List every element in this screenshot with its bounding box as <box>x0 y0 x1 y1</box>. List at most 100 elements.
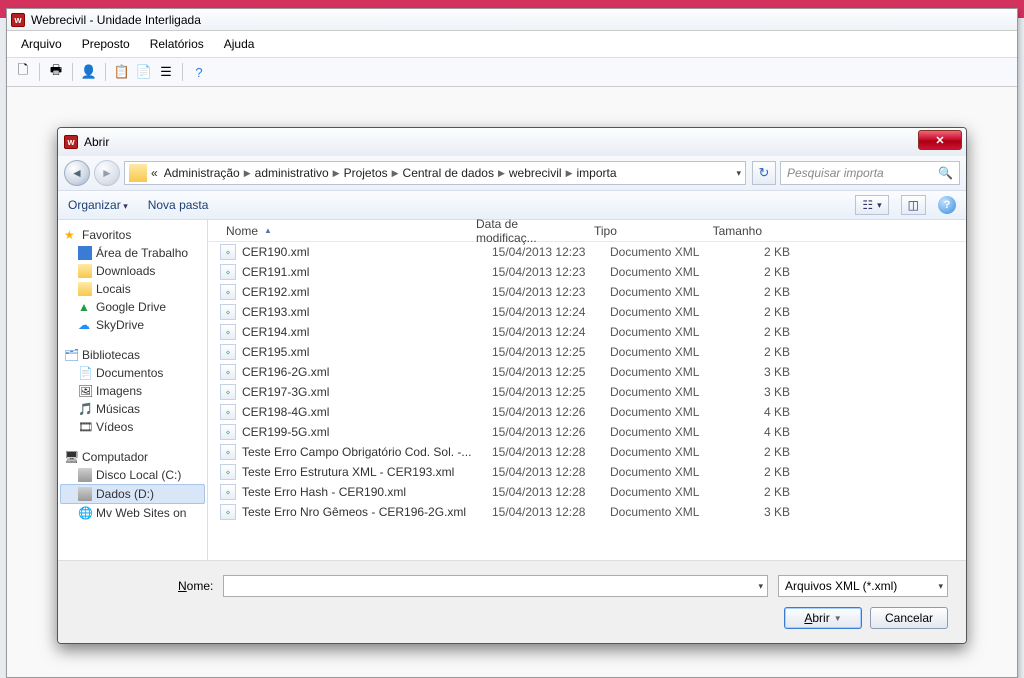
breadcrumb-seg[interactable]: Administração <box>162 166 242 180</box>
cancel-button[interactable]: Cancelar <box>870 607 948 629</box>
app-title: Webrecivil - Unidade Interligada <box>31 13 201 27</box>
sidebar-item-selected[interactable]: Dados (D:) <box>60 484 205 504</box>
sidebar-item[interactable]: Área de Trabalho <box>60 244 205 262</box>
sidebar-item[interactable]: 🎞Vídeos <box>60 418 205 436</box>
menu-ajuda[interactable]: Ajuda <box>216 35 263 53</box>
file-date: 15/04/2013 12:24 <box>492 325 610 339</box>
organize-menu[interactable]: Organizar <box>68 198 128 212</box>
addr-dropdown-icon[interactable]: ▾ <box>736 168 741 179</box>
preview-pane-button[interactable]: ◫ <box>901 195 926 215</box>
refresh-button[interactable]: ↻ <box>752 161 776 185</box>
image-icon: 🖼 <box>78 384 92 398</box>
toolbar: 🗋 🖶 👤 📋 📄 ☰ ? <box>7 58 1017 87</box>
tool-print-icon[interactable]: 🖶 <box>46 62 66 82</box>
file-row[interactable]: ⋄Teste Erro Campo Obrigatório Cod. Sol. … <box>208 442 966 462</box>
drive-icon <box>78 487 92 501</box>
menu-relatorios[interactable]: Relatórios <box>142 35 212 53</box>
file-row[interactable]: ⋄CER195.xml15/04/2013 12:25Documento XML… <box>208 342 966 362</box>
sidebar-computer[interactable]: 🖥Computador <box>60 448 205 466</box>
file-row[interactable]: ⋄CER199-5G.xml15/04/2013 12:26Documento … <box>208 422 966 442</box>
xml-file-icon: ⋄ <box>220 364 236 380</box>
sidebar-item[interactable]: Locais <box>60 280 205 298</box>
sidebar-item[interactable]: 📄Documentos <box>60 364 205 382</box>
tool-help-icon[interactable]: ? <box>189 62 209 82</box>
file-date: 15/04/2013 12:28 <box>492 485 610 499</box>
col-size[interactable]: Tamanho <box>698 224 768 238</box>
address-bar[interactable]: « Administração▶ administrativo▶ Projeto… <box>124 161 746 185</box>
dropdown-icon[interactable]: ▾ <box>758 581 763 592</box>
col-date[interactable]: Data de modificaç... <box>470 217 588 245</box>
xml-file-icon: ⋄ <box>220 464 236 480</box>
file-date: 15/04/2013 12:23 <box>492 265 610 279</box>
file-row[interactable]: ⋄CER198-4G.xml15/04/2013 12:26Documento … <box>208 402 966 422</box>
xml-file-icon: ⋄ <box>220 404 236 420</box>
new-folder-button[interactable]: Nova pasta <box>148 198 209 212</box>
filename-label: Nome: <box>178 579 213 593</box>
filetype-select[interactable]: Arquivos XML (*.xml)▾ <box>778 575 948 597</box>
tool-new-icon[interactable]: 🗋 <box>13 62 33 82</box>
filename-input[interactable]: ▾ <box>223 575 768 597</box>
menu-arquivo[interactable]: Arquivo <box>13 35 70 53</box>
dropdown-icon[interactable]: ▾ <box>938 581 943 592</box>
sidebar-item[interactable]: 🖼Imagens <box>60 382 205 400</box>
file-row[interactable]: ⋄CER193.xml15/04/2013 12:24Documento XML… <box>208 302 966 322</box>
file-type: Documento XML <box>610 245 720 259</box>
computer-icon: 🖥 <box>64 450 78 464</box>
file-size: 2 KB <box>720 245 790 259</box>
sidebar-item[interactable]: ▲Google Drive <box>60 298 205 316</box>
file-size: 4 KB <box>720 425 790 439</box>
file-type: Documento XML <box>610 365 720 379</box>
sidebar-item[interactable]: 🌐Mv Web Sites on <box>60 504 205 522</box>
tool-list-icon[interactable]: ☰ <box>156 62 176 82</box>
file-date: 15/04/2013 12:25 <box>492 365 610 379</box>
forward-button[interactable]: ► <box>94 160 120 186</box>
close-button[interactable]: ✕ <box>918 130 962 150</box>
sidebar-item[interactable]: Downloads <box>60 262 205 280</box>
breadcrumb-seg[interactable]: webrecivil <box>507 166 564 180</box>
file-size: 2 KB <box>720 285 790 299</box>
menu-preposto[interactable]: Preposto <box>74 35 138 53</box>
xml-file-icon: ⋄ <box>220 504 236 520</box>
search-icon: 🔍 <box>938 166 953 180</box>
sidebar-item[interactable]: 🎵Músicas <box>60 400 205 418</box>
back-button[interactable]: ◄ <box>64 160 90 186</box>
file-row[interactable]: ⋄Teste Erro Nro Gêmeos - CER196-2G.xml15… <box>208 502 966 522</box>
breadcrumb-seg[interactable]: Central de dados <box>401 166 496 180</box>
tool-form-icon[interactable]: 📄 <box>134 62 154 82</box>
sidebar-favorites[interactable]: ★Favoritos <box>60 226 205 244</box>
sidebar-item[interactable]: Disco Local (C:) <box>60 466 205 484</box>
tool-check-icon[interactable]: 📋 <box>112 62 132 82</box>
col-type[interactable]: Tipo <box>588 224 698 238</box>
open-button[interactable]: Abrir▼ <box>784 607 862 629</box>
col-name[interactable]: Nome▲ <box>220 224 470 238</box>
file-row[interactable]: ⋄CER197-3G.xml15/04/2013 12:25Documento … <box>208 382 966 402</box>
file-row[interactable]: ⋄CER192.xml15/04/2013 12:23Documento XML… <box>208 282 966 302</box>
app-titlebar: w Webrecivil - Unidade Interligada <box>7 9 1017 31</box>
file-row[interactable]: ⋄CER196-2G.xml15/04/2013 12:25Documento … <box>208 362 966 382</box>
help-icon[interactable]: ? <box>938 196 956 214</box>
breadcrumb-seg[interactable]: importa <box>574 166 618 180</box>
breadcrumb-seg[interactable]: Projetos <box>342 166 390 180</box>
file-row[interactable]: ⋄CER190.xml15/04/2013 12:23Documento XML… <box>208 242 966 262</box>
video-icon: 🎞 <box>78 420 92 434</box>
sort-asc-icon: ▲ <box>264 226 272 235</box>
tool-user-icon[interactable]: 👤 <box>79 62 99 82</box>
dialog-title: Abrir <box>84 135 109 149</box>
file-row[interactable]: ⋄CER194.xml15/04/2013 12:24Documento XML… <box>208 322 966 342</box>
view-menu[interactable]: ☷ ▾ <box>855 195 888 215</box>
sidebar-libraries[interactable]: 🗂Bibliotecas <box>60 346 205 364</box>
file-row[interactable]: ⋄Teste Erro Estrutura XML - CER193.xml15… <box>208 462 966 482</box>
search-input[interactable]: Pesquisar importa 🔍 <box>780 161 960 185</box>
file-row[interactable]: ⋄CER191.xml15/04/2013 12:23Documento XML… <box>208 262 966 282</box>
breadcrumb-seg[interactable]: administrativo <box>253 166 331 180</box>
file-name: CER192.xml <box>242 285 492 299</box>
file-type: Documento XML <box>610 445 720 459</box>
xml-file-icon: ⋄ <box>220 484 236 500</box>
music-icon: 🎵 <box>78 402 92 416</box>
sidebar-item[interactable]: ☁SkyDrive <box>60 316 205 334</box>
file-name: CER199-5G.xml <box>242 425 492 439</box>
file-size: 2 KB <box>720 265 790 279</box>
file-size: 3 KB <box>720 505 790 519</box>
file-type: Documento XML <box>610 345 720 359</box>
file-row[interactable]: ⋄Teste Erro Hash - CER190.xml15/04/2013 … <box>208 482 966 502</box>
